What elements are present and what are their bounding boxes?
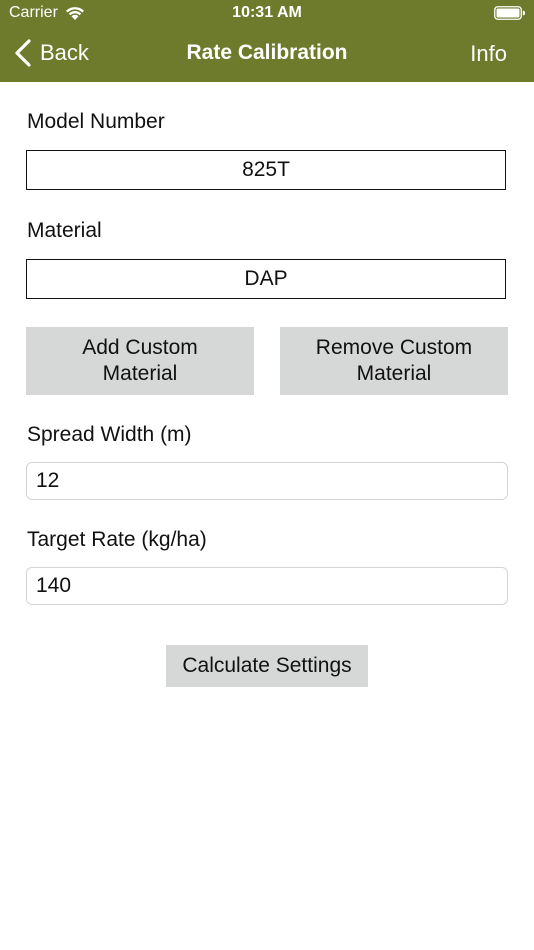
target-rate-input[interactable]: 140 bbox=[26, 567, 508, 605]
spread-width-input[interactable]: 12 bbox=[26, 462, 508, 500]
status-bar: Carrier 10:31 AM bbox=[0, 0, 534, 28]
top-bar: Carrier 10:31 AM Back Rate Calibration I… bbox=[0, 0, 534, 82]
model-number-picker[interactable]: 825T bbox=[26, 150, 506, 190]
spread-width-value: 12 bbox=[36, 469, 60, 492]
material-label: Material bbox=[27, 219, 102, 242]
target-rate-label: Target Rate (kg/ha) bbox=[27, 528, 207, 551]
target-rate-value: 140 bbox=[36, 574, 72, 597]
calculate-settings-button[interactable]: Calculate Settings bbox=[166, 645, 368, 687]
rate-calibration-screen: Carrier 10:31 AM Back Rate Calibration I… bbox=[0, 0, 534, 950]
page-title: Rate Calibration bbox=[186, 41, 348, 64]
remove-custom-material-button[interactable]: Remove Custom Material bbox=[280, 327, 508, 395]
material-picker[interactable]: DAP bbox=[26, 259, 506, 299]
status-time: 10:31 AM bbox=[232, 4, 302, 21]
info-button[interactable]: Info bbox=[470, 41, 507, 67]
model-number-value: 825T bbox=[242, 158, 290, 181]
model-number-label: Model Number bbox=[27, 110, 165, 133]
navigation-bar: Back Rate Calibration Info bbox=[0, 30, 534, 80]
add-custom-material-button[interactable]: Add Custom Material bbox=[26, 327, 254, 395]
material-value: DAP bbox=[244, 267, 288, 290]
spread-width-label: Spread Width (m) bbox=[27, 423, 192, 446]
battery-icon bbox=[494, 6, 525, 20]
